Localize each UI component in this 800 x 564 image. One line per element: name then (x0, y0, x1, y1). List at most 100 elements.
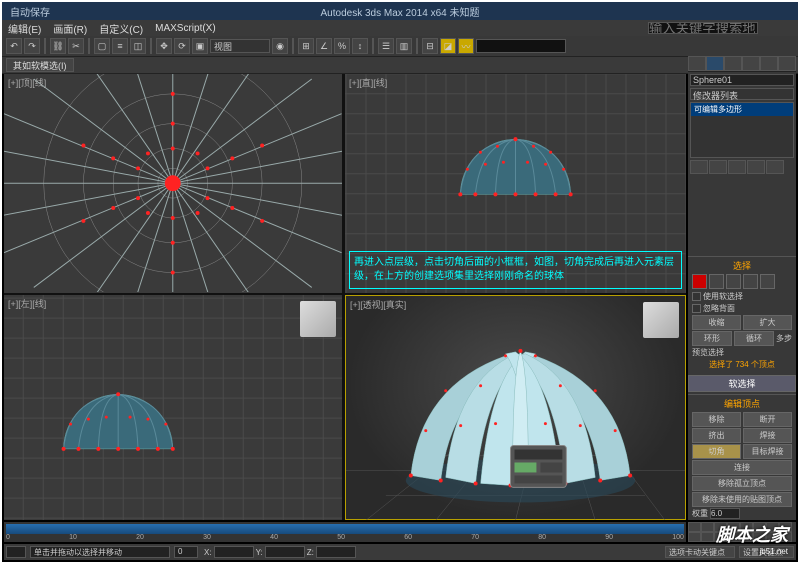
menu-customize[interactable]: 自定义(C) (93, 21, 149, 36)
angle-snap-toggle[interactable]: ∠ (316, 38, 332, 54)
layer-button[interactable]: ◪ (440, 38, 456, 54)
remove-button[interactable]: 移除 (692, 412, 741, 427)
connect-button[interactable]: 连接 (692, 460, 792, 475)
stack-unique-button[interactable] (728, 160, 746, 174)
rollout-editverts-header[interactable]: 编辑顶点 (690, 397, 794, 410)
ignore-back-checkbox[interactable] (692, 304, 701, 313)
use-soft-checkbox[interactable] (692, 292, 701, 301)
tab-utilities[interactable] (778, 56, 796, 71)
menu-maxscript[interactable]: MAXScript(X) (149, 23, 222, 34)
extrude-button[interactable]: 挤出 (692, 428, 741, 443)
viewport-top[interactable]: [+][顶][线] (4, 74, 342, 293)
ring-button[interactable]: 环形 (692, 331, 732, 346)
break-button[interactable]: 断开 (743, 412, 792, 427)
remove-iso-button[interactable]: 移除孤立顶点 (692, 476, 792, 491)
unlink-button[interactable]: ✂ (68, 38, 84, 54)
select-name-button[interactable]: ≡ (112, 38, 128, 54)
stack-pin-button[interactable] (690, 160, 708, 174)
ribbon-tab[interactable]: 其如软模选(I) (6, 58, 74, 72)
mirror-button[interactable]: ▥ (396, 38, 412, 54)
main-toolbar: ↶ ↷ ⛓ ✂ ▢ ≡ ◫ ✥ ⟳ ▣ 视图 ◉ ⊞ ∠ % ↕ ☰ ▥ ⊟ ◪… (2, 36, 798, 56)
rollout-selection-header[interactable]: 选择 (690, 259, 794, 272)
command-panel: Sphere01 修改器列表 可编辑多边形 选择 使用软选择 忽略背面 收缩 扩… (688, 56, 796, 520)
stack-remove-button[interactable] (747, 160, 765, 174)
weight-spinner[interactable]: 6.0 (710, 508, 740, 519)
object-name-field[interactable]: Sphere01 (690, 74, 794, 86)
viewcube-persp[interactable] (643, 302, 679, 338)
modifier-list-dropdown[interactable]: 修改器列表 (690, 88, 794, 100)
stack-show-button[interactable] (709, 160, 727, 174)
target-weld-button[interactable]: 目标焊接 (743, 444, 792, 459)
percent-snap-toggle[interactable]: % (334, 38, 350, 54)
viewport-left[interactable]: [+][左][线] (4, 295, 342, 520)
select-region-button[interactable]: ◫ (130, 38, 146, 54)
loop-button[interactable]: 循环 (734, 331, 774, 346)
coord-y[interactable] (265, 546, 305, 558)
link-button[interactable]: ⛓ (50, 38, 66, 54)
status-bar: 单击并拖动以选择并移动 0 X: Y: Z: 选项卡动关键点 设置关键点 (4, 544, 796, 560)
snap-toggle[interactable]: ⊞ (298, 38, 314, 54)
redo-button[interactable]: ↷ (24, 38, 40, 54)
rollout-selection: 选择 使用软选择 忽略背面 收缩 扩大 环形 循环 多步 预览选择 选择了 73… (688, 256, 796, 373)
weld-button[interactable]: 焊接 (743, 428, 792, 443)
tab-modify[interactable] (706, 56, 724, 71)
subobj-polygon[interactable] (743, 274, 758, 289)
pivot-button[interactable]: ◉ (272, 38, 288, 54)
undo-button[interactable]: ↶ (6, 38, 22, 54)
viewport-front[interactable]: [+][直][线] 再进入点层级，点击切角后面的小框框，如图，切角完成后再进入元… (345, 74, 686, 293)
chamfer-button[interactable]: 切角 (692, 444, 741, 459)
tab-display[interactable] (760, 56, 778, 71)
rollout-softsel-header[interactable]: 软选择 (688, 375, 796, 392)
tab-motion[interactable] (742, 56, 760, 71)
move-button[interactable]: ✥ (156, 38, 172, 54)
align-button[interactable]: ⊟ (422, 38, 438, 54)
select-button[interactable]: ▢ (94, 38, 110, 54)
play-prev[interactable] (701, 532, 714, 542)
time-slider[interactable]: 0102030405060708090100 (4, 522, 686, 542)
viewport-perspective[interactable]: [+][透视][真实] (345, 295, 686, 520)
use-soft-label: 使用软选择 (703, 291, 743, 302)
menu-render[interactable]: 画面(R) (47, 21, 93, 36)
stack-config-button[interactable] (766, 160, 784, 174)
remove-unused-button[interactable]: 移除未使用的贴图顶点 (692, 492, 792, 507)
grow-button[interactable]: 扩大 (743, 315, 792, 330)
weight-label: 权重 (692, 508, 708, 519)
tab-create[interactable] (688, 56, 706, 71)
viewport-label-front: [+][直][线] (349, 76, 387, 89)
maxscript-mini-listener[interactable] (6, 546, 26, 558)
nav-zoom[interactable] (701, 522, 714, 532)
help-search-input[interactable] (648, 22, 758, 34)
coord-z[interactable] (316, 546, 356, 558)
modifier-stack[interactable]: 可编辑多边形 (690, 102, 794, 158)
rotate-button[interactable]: ⟳ (174, 38, 190, 54)
play-start[interactable] (688, 532, 701, 542)
subobject-level-row (692, 274, 792, 289)
title-left-text: 自动保存 (10, 4, 50, 19)
viewport-container: [+][顶][线] (4, 74, 686, 520)
tab-hierarchy[interactable] (724, 56, 742, 71)
spinner-snap-toggle[interactable]: ↕ (352, 38, 368, 54)
named-sel-set[interactable]: ☰ (378, 38, 394, 54)
shrink-button[interactable]: 收缩 (692, 315, 741, 330)
nav-pan[interactable] (688, 522, 701, 532)
curve-editor-button[interactable]: 〰 (458, 38, 474, 54)
menu-edit[interactable]: 编辑(E) (2, 21, 47, 36)
watermark-sub: jb51.net (716, 547, 788, 556)
subobj-edge[interactable] (709, 274, 724, 289)
ref-coord-dropdown[interactable]: 视图 (210, 39, 270, 53)
menu-bar: 编辑(E) 画面(R) 自定义(C) MAXScript(X) (2, 20, 798, 36)
subobj-vertex[interactable] (692, 274, 707, 289)
named-selection-field[interactable] (476, 39, 566, 53)
subobj-element[interactable] (760, 274, 775, 289)
viewport-label-top: [+][顶][线] (8, 76, 46, 89)
watermark: 脚本之家 jb51.net (716, 521, 788, 556)
frame-current[interactable]: 0 (174, 546, 198, 558)
viewcube-left[interactable] (300, 301, 336, 337)
rollout-edit-vertices: 编辑顶点 移除 断开 挤出 焊接 切角 目标焊接 连接 移除孤立顶点 移除未使用… (688, 394, 796, 520)
subobj-border[interactable] (726, 274, 741, 289)
ignore-back-label: 忽略背面 (703, 303, 735, 314)
coord-x[interactable] (214, 546, 254, 558)
time-track[interactable] (6, 524, 684, 534)
stack-item-editpoly[interactable]: 可编辑多边形 (691, 103, 793, 116)
scale-button[interactable]: ▣ (192, 38, 208, 54)
